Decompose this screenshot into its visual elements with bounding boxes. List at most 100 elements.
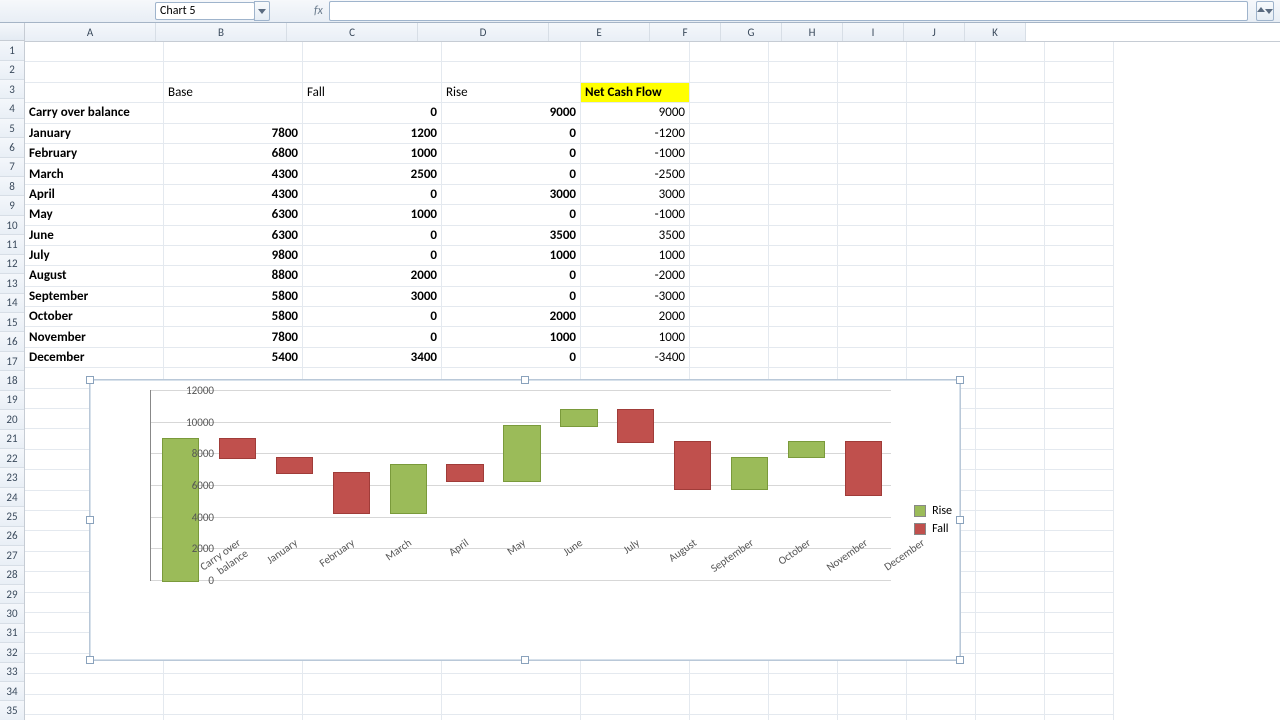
row-header-13[interactable]: 13 xyxy=(0,274,24,293)
row-header-4[interactable]: 4 xyxy=(0,99,24,118)
bar-rise-6[interactable] xyxy=(503,425,540,482)
bar-fall-8[interactable] xyxy=(617,409,654,443)
row-header-6[interactable]: 6 xyxy=(0,138,24,157)
legend-item-fall[interactable]: Fall xyxy=(914,522,952,536)
row-header-8[interactable]: 8 xyxy=(0,177,24,196)
formula-expand-button[interactable] xyxy=(1256,1,1274,21)
row-label-3[interactable]: March xyxy=(25,164,164,184)
header-rise[interactable]: Rise xyxy=(442,82,581,102)
cell-rise-9[interactable]: 0 xyxy=(442,286,581,306)
cell-net-10[interactable]: 2000 xyxy=(581,307,690,327)
row-label-0[interactable]: Carry over balance xyxy=(25,103,164,123)
cell-base-6[interactable]: 6300 xyxy=(164,225,303,245)
row-header-16[interactable]: 16 xyxy=(0,332,24,351)
row-label-8[interactable]: August xyxy=(25,266,164,286)
header-base[interactable]: Base xyxy=(164,82,303,102)
col-header-A[interactable]: A xyxy=(25,23,156,41)
select-all-corner[interactable] xyxy=(0,23,24,41)
row-header-17[interactable]: 17 xyxy=(0,352,24,371)
col-header-K[interactable]: K xyxy=(965,23,1026,41)
cell-base-1[interactable]: 7800 xyxy=(164,123,303,143)
name-box-dropdown[interactable] xyxy=(254,1,270,21)
row-header-9[interactable]: 9 xyxy=(0,196,24,215)
row-header-29[interactable]: 29 xyxy=(0,585,24,604)
cell-base-0[interactable] xyxy=(164,103,303,123)
cell-net-11[interactable]: 1000 xyxy=(581,327,690,347)
row-label-12[interactable]: December xyxy=(25,347,164,367)
cell-base-11[interactable]: 7800 xyxy=(164,327,303,347)
row-header-18[interactable]: 18 xyxy=(0,371,24,390)
row-header-22[interactable]: 22 xyxy=(0,449,24,468)
bar-rise-10[interactable] xyxy=(731,457,768,491)
cell-rise-8[interactable]: 0 xyxy=(442,266,581,286)
bar-rise-4[interactable] xyxy=(390,464,427,514)
row-header-5[interactable]: 5 xyxy=(0,119,24,138)
cell-net-3[interactable]: -2500 xyxy=(581,164,690,184)
col-header-F[interactable]: F xyxy=(650,23,721,41)
cell-base-4[interactable]: 4300 xyxy=(164,184,303,204)
cell-net-1[interactable]: -1200 xyxy=(581,123,690,143)
cell-rise-3[interactable]: 0 xyxy=(442,164,581,184)
cell-rise-7[interactable]: 1000 xyxy=(442,245,581,265)
cell-net-9[interactable]: -3000 xyxy=(581,286,690,306)
row-header-25[interactable]: 25 xyxy=(0,507,24,526)
row-label-1[interactable]: January xyxy=(25,123,164,143)
cell-fall-2[interactable]: 1000 xyxy=(303,143,442,163)
row-header-7[interactable]: 7 xyxy=(0,158,24,177)
row-label-11[interactable]: November xyxy=(25,327,164,347)
bar-fall-9[interactable] xyxy=(674,441,711,491)
cell-net-7[interactable]: 1000 xyxy=(581,245,690,265)
cell-base-9[interactable]: 5800 xyxy=(164,286,303,306)
row-header-10[interactable]: 10 xyxy=(0,216,24,235)
row-header-3[interactable]: 3 xyxy=(0,80,24,99)
col-header-C[interactable]: C xyxy=(287,23,418,41)
bar-rise-7[interactable] xyxy=(560,409,597,427)
row-header-20[interactable]: 20 xyxy=(0,410,24,429)
row-header-21[interactable]: 21 xyxy=(0,430,24,449)
row-header-15[interactable]: 15 xyxy=(0,313,24,332)
cell-fall-4[interactable]: 0 xyxy=(303,184,442,204)
cell-base-10[interactable]: 5800 xyxy=(164,307,303,327)
fx-icon[interactable]: fx xyxy=(314,4,323,18)
cell-fall-0[interactable]: 0 xyxy=(303,103,442,123)
bar-rise-11[interactable] xyxy=(788,441,825,459)
cell-fall-1[interactable]: 1200 xyxy=(303,123,442,143)
cell-rise-2[interactable]: 0 xyxy=(442,143,581,163)
row-header-11[interactable]: 11 xyxy=(0,235,24,254)
col-header-I[interactable]: I xyxy=(843,23,904,41)
bar-fall-5[interactable] xyxy=(446,464,483,482)
sheet-area[interactable]: ABCDEFGHIJK BaseFallRiseNet Cash FlowCar… xyxy=(25,23,1280,720)
row-header-26[interactable]: 26 xyxy=(0,527,24,546)
cell-rise-11[interactable]: 1000 xyxy=(442,327,581,347)
row-label-6[interactable]: June xyxy=(25,225,164,245)
chart-plot-area[interactable] xyxy=(150,390,891,581)
name-box[interactable]: Chart 5 xyxy=(155,2,255,20)
cell-fall-6[interactable]: 0 xyxy=(303,225,442,245)
row-header-30[interactable]: 30 xyxy=(0,604,24,623)
col-header-J[interactable]: J xyxy=(904,23,965,41)
row-header-14[interactable]: 14 xyxy=(0,294,24,313)
bar-fall-2[interactable] xyxy=(276,457,313,475)
cell-rise-6[interactable]: 3500 xyxy=(442,225,581,245)
row-label-10[interactable]: October xyxy=(25,307,164,327)
cell-net-4[interactable]: 3000 xyxy=(581,184,690,204)
cell-rise-4[interactable]: 3000 xyxy=(442,184,581,204)
header-net[interactable]: Net Cash Flow xyxy=(581,82,690,102)
cell-fall-3[interactable]: 2500 xyxy=(303,164,442,184)
cell-net-8[interactable]: -2000 xyxy=(581,266,690,286)
cell-base-7[interactable]: 9800 xyxy=(164,245,303,265)
formula-input[interactable] xyxy=(329,1,1248,21)
col-header-D[interactable]: D xyxy=(418,23,549,41)
cell-base-2[interactable]: 6800 xyxy=(164,143,303,163)
row-header-2[interactable]: 2 xyxy=(0,61,24,80)
row-header-12[interactable]: 12 xyxy=(0,255,24,274)
cell-fall-12[interactable]: 3400 xyxy=(303,347,442,367)
row-header-35[interactable]: 35 xyxy=(0,701,24,720)
cell-fall-9[interactable]: 3000 xyxy=(303,286,442,306)
cell-rise-12[interactable]: 0 xyxy=(442,347,581,367)
row-label-4[interactable]: April xyxy=(25,184,164,204)
bar-fall-12[interactable] xyxy=(845,441,882,497)
row-header-32[interactable]: 32 xyxy=(0,643,24,662)
cell-rise-1[interactable]: 0 xyxy=(442,123,581,143)
row-label-7[interactable]: July xyxy=(25,245,164,265)
